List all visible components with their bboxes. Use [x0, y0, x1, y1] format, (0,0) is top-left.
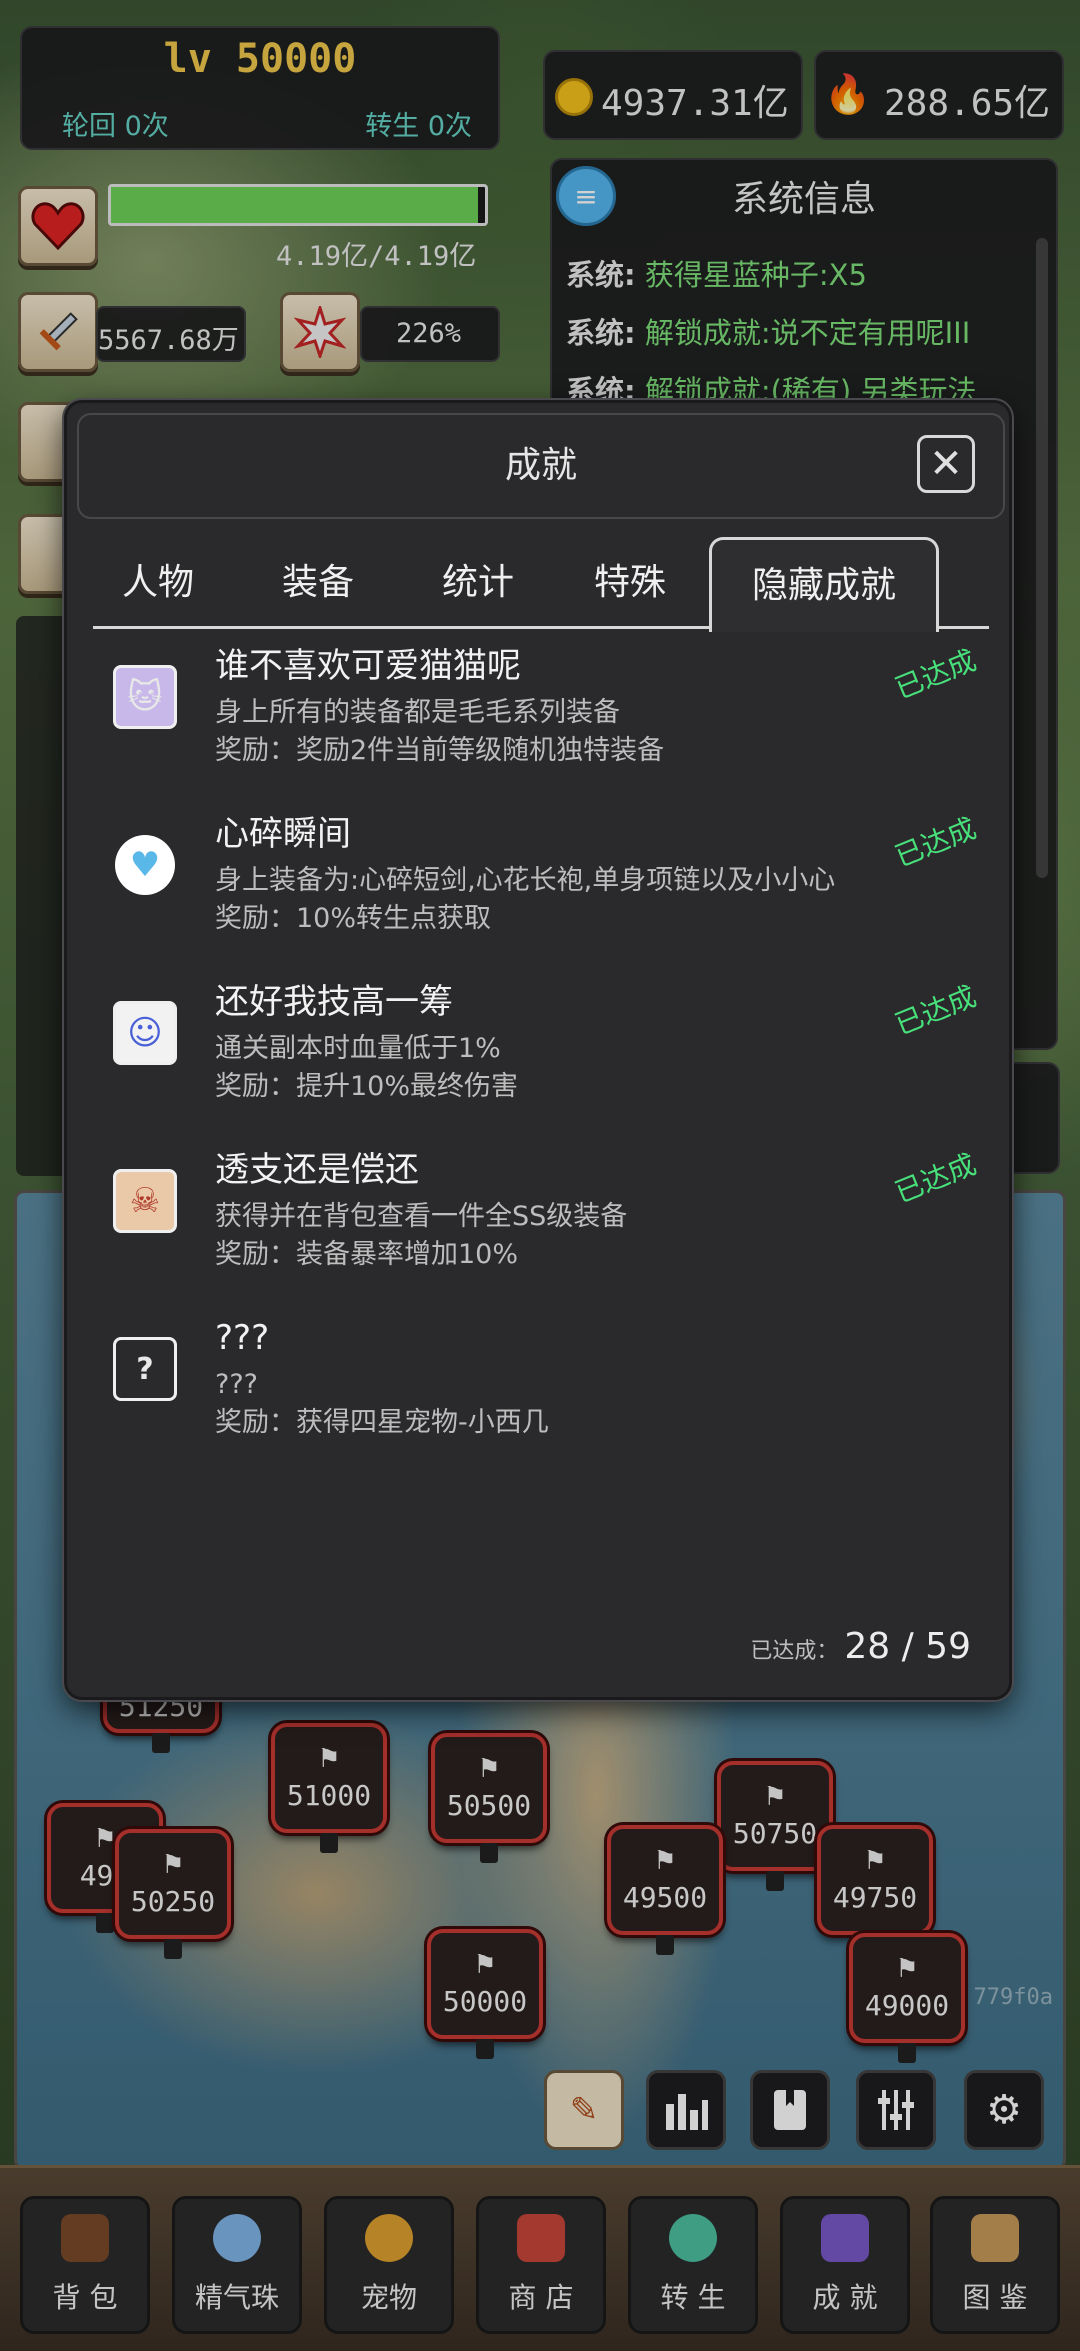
tab-character[interactable]: 人物 — [93, 537, 223, 629]
achievement-desc: 身上装备为:心碎短剑,心花长袍,单身项链以及小小心 — [215, 865, 836, 896]
achievement-modal: 成就 ✕ 人物 装备 统计 特殊 隐藏成就 🐱 谁不喜欢可爱猫猫呢 身上所有的装… — [64, 400, 1012, 1700]
achievement-desc: 通关副本时血量低于1% — [215, 1033, 501, 1064]
progress-label: 已达成： — [750, 1639, 839, 1664]
achievement-desc: ??? — [215, 1369, 258, 1400]
achievement-title: 心碎瞬间 — [215, 814, 351, 854]
achievement-item: ? ??? ??? 奖励：获得四星宠物-小西几 — [113, 1315, 973, 1475]
skill-icon: ☺ — [113, 1001, 177, 1065]
close-icon: ✕ — [929, 441, 963, 487]
achievement-desc: 身上所有的装备都是毛毛系列装备 — [215, 697, 620, 728]
achievement-status: 已达成 — [890, 643, 981, 706]
broken-heart-icon: ♥ — [113, 833, 177, 897]
tab-equipment[interactable]: 装备 — [253, 537, 383, 629]
tab-statistics[interactable]: 统计 — [413, 537, 543, 629]
achievement-title: 谁不喜欢可爱猫猫呢 — [215, 646, 521, 686]
achievement-title: 还好我技高一筹 — [215, 982, 453, 1022]
close-button[interactable]: ✕ — [917, 435, 975, 493]
skull-icon: ☠ — [113, 1169, 177, 1233]
tab-hidden-achievements[interactable]: 隐藏成就 — [709, 537, 939, 632]
achievement-item: ☺ 还好我技高一筹 通关副本时血量低于1% 奖励：提升10%最终伤害 已达成 — [113, 979, 981, 1139]
game-screen: lv 50000 轮回 0次 转生 0次 4937.31亿 🔥 288.65亿 … — [0, 0, 1080, 2351]
achievement-status: 已达成 — [890, 979, 981, 1042]
achievement-reward: 奖励：获得四星宠物-小西几 — [215, 1407, 549, 1438]
tab-special[interactable]: 特殊 — [565, 537, 695, 629]
progress-value: 28 / 59 — [844, 1626, 971, 1667]
achievement-reward: 奖励：提升10%最终伤害 — [215, 1071, 519, 1102]
modal-header: 成就 ✕ — [77, 413, 1005, 519]
achievement-status: 已达成 — [890, 1147, 981, 1210]
achievement-progress: 已达成： 28 / 59 — [750, 1626, 971, 1667]
achievement-desc: 获得并在背包查看一件全SS级装备 — [215, 1201, 628, 1232]
achievement-reward: 奖励：奖励2件当前等级随机独特装备 — [215, 735, 665, 766]
achievement-title: ??? — [215, 1318, 270, 1358]
achievement-status: 已达成 — [890, 811, 981, 874]
cat-icon: 🐱 — [113, 665, 177, 729]
question-icon: ? — [113, 1337, 177, 1401]
achievement-item: ☠ 透支还是偿还 获得并在背包查看一件全SS级装备 奖励：装备暴率增加10% 已… — [113, 1147, 981, 1307]
achievement-item: 🐱 谁不喜欢可爱猫猫呢 身上所有的装备都是毛毛系列装备 奖励：奖励2件当前等级随… — [113, 643, 981, 803]
tab-bar: 人物 装备 统计 特殊 隐藏成就 — [93, 537, 989, 632]
achievement-reward: 奖励：装备暴率增加10% — [215, 1239, 519, 1270]
achievement-item: ♥ 心碎瞬间 身上装备为:心碎短剑,心花长袍,单身项链以及小小心 奖励：10%转… — [113, 811, 981, 971]
achievement-title: 透支还是偿还 — [215, 1150, 419, 1190]
modal-title: 成就 — [504, 445, 577, 486]
achievement-reward: 奖励：10%转生点获取 — [215, 903, 492, 934]
